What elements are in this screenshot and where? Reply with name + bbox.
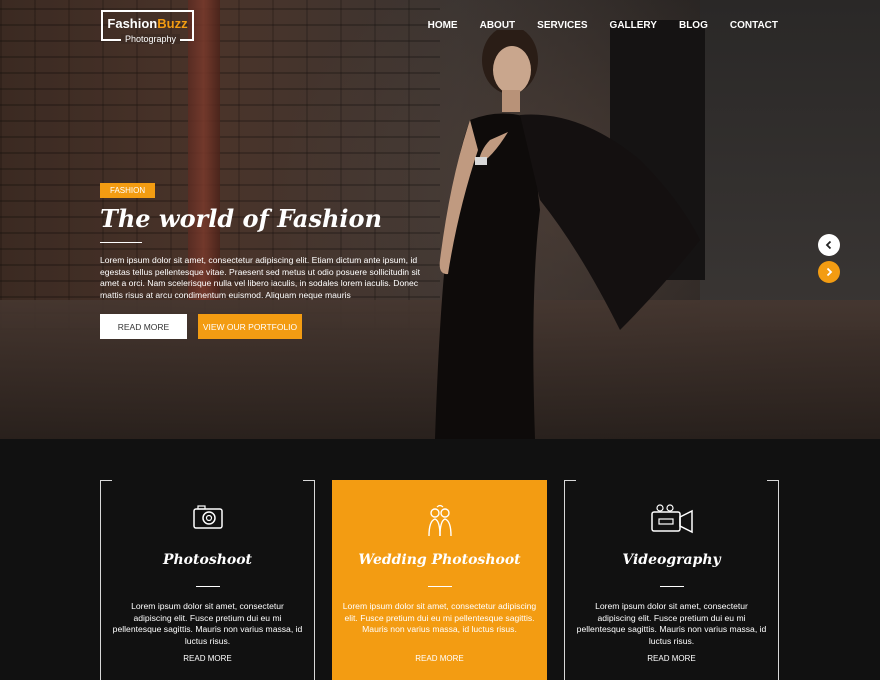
nav-home[interactable]: HOME	[428, 20, 458, 31]
service-card-photoshoot: Photoshoot Lorem ipsum dolor sit amet, c…	[100, 480, 315, 680]
site-logo[interactable]: FashionBuzz Photography	[101, 10, 194, 44]
service-card-videography: Videography Lorem ipsum dolor sit amet, …	[564, 480, 779, 680]
read-more-button[interactable]: READ MORE	[100, 314, 187, 339]
service-description: Lorem ipsum dolor sit amet, consectetur …	[576, 601, 767, 646]
logo-text: FashionBuzz	[107, 16, 187, 31]
view-portfolio-button[interactable]: VIEW OUR PORTFOLIO	[198, 314, 302, 339]
service-read-more-link[interactable]: READ MORE	[101, 654, 314, 663]
video-camera-icon	[650, 504, 693, 534]
camera-icon	[192, 505, 223, 529]
service-title: Wedding Photoshoot	[358, 552, 521, 568]
right-wall-background	[700, 0, 880, 330]
service-divider	[195, 586, 220, 587]
service-description: Lorem ipsum dolor sit amet, consectetur …	[112, 601, 303, 646]
hero-title: The world of Fashion	[100, 204, 382, 233]
services-section: Photoshoot Lorem ipsum dolor sit amet, c…	[0, 439, 880, 680]
main-nav: HOME ABOUT SERVICES GALLERY BLOG CONTACT	[406, 20, 778, 31]
service-read-more-link[interactable]: READ MORE	[332, 654, 547, 663]
slider-next-button[interactable]	[818, 261, 840, 283]
slider-prev-button[interactable]	[818, 234, 840, 256]
logo-part1: Fashion	[107, 16, 158, 31]
service-title: Videography	[622, 552, 721, 568]
service-title: Photoshoot	[162, 552, 253, 568]
hero-slider: FashionBuzz Photography HOME ABOUT SERVI…	[0, 0, 880, 439]
logo-subtitle: Photography	[121, 34, 181, 44]
service-description: Lorem ipsum dolor sit amet, consectetur …	[342, 601, 537, 635]
chevron-left-icon	[825, 240, 832, 250]
nav-about[interactable]: ABOUT	[480, 20, 516, 31]
logo-part2: Buzz	[157, 16, 188, 31]
model-photo	[435, 30, 700, 439]
service-divider	[427, 586, 452, 587]
category-tag[interactable]: FASHION	[100, 183, 156, 198]
hero-divider	[100, 242, 142, 243]
chevron-right-icon	[826, 267, 833, 277]
service-divider	[659, 586, 684, 587]
nav-blog[interactable]: BLOG	[679, 20, 708, 31]
service-read-more-link[interactable]: READ MORE	[565, 654, 778, 663]
nav-contact[interactable]: CONTACT	[730, 20, 778, 31]
nav-services[interactable]: SERVICES	[537, 20, 587, 31]
hero-description: Lorem ipsum dolor sit amet, consectetur …	[100, 255, 421, 300]
service-card-wedding: Wedding Photoshoot Lorem ipsum dolor sit…	[332, 480, 547, 680]
wedding-couple-icon	[427, 504, 452, 537]
nav-gallery[interactable]: GALLERY	[610, 20, 657, 31]
